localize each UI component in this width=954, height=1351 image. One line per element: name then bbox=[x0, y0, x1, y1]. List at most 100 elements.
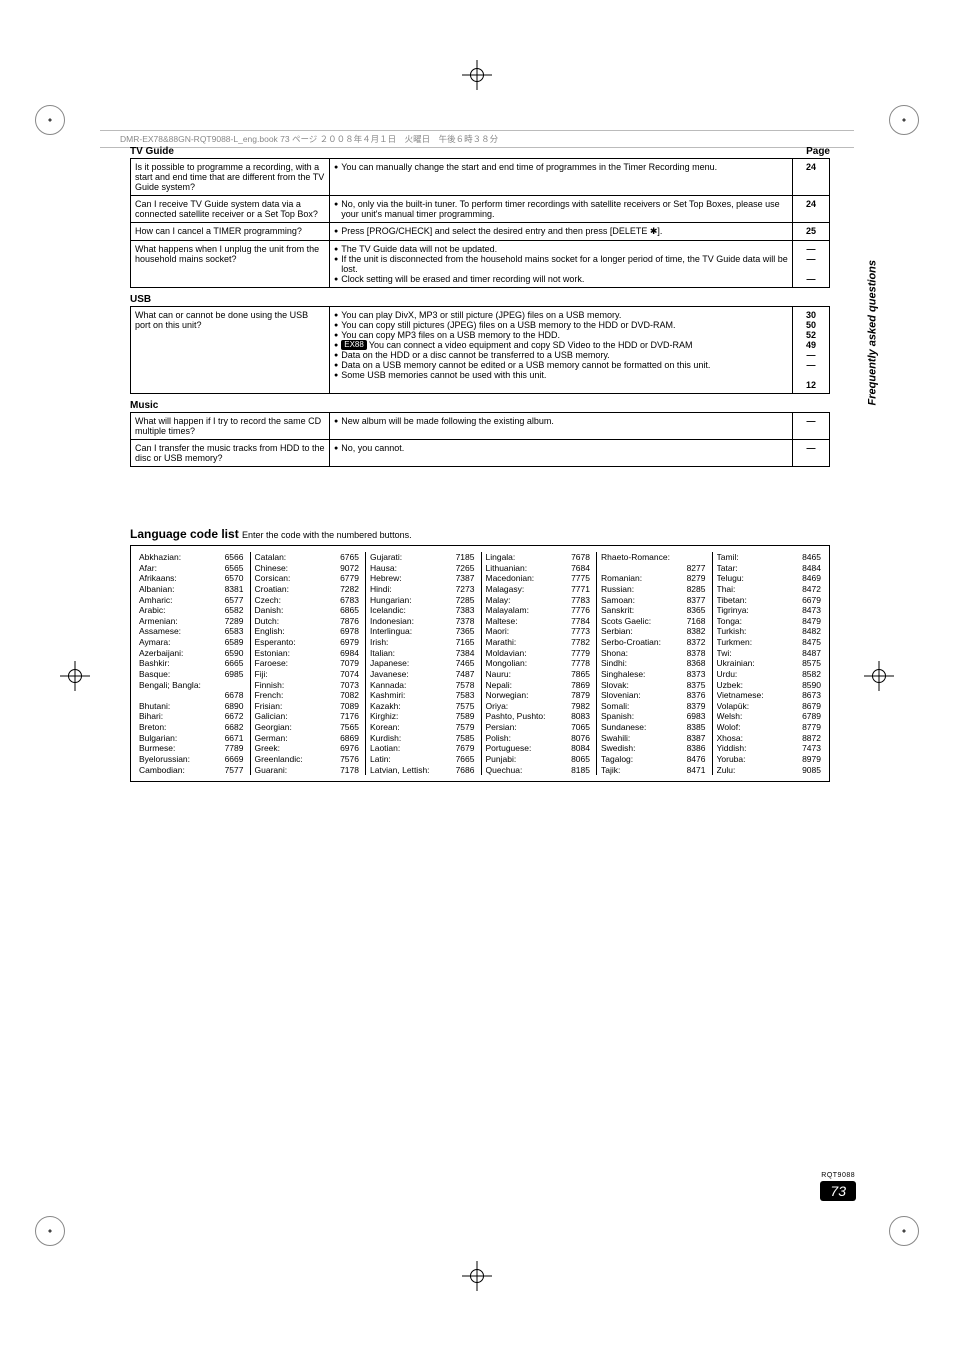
language-row: Norwegian:7879 bbox=[486, 690, 591, 701]
language-row: Afar:6565 bbox=[139, 563, 244, 574]
faq-question: Is it possible to programme a recording,… bbox=[131, 159, 330, 196]
page-footer: RQT9088 73 bbox=[820, 1172, 856, 1201]
language-row: Sundanese:8385 bbox=[601, 722, 706, 733]
language-row: Finnish:7073 bbox=[255, 680, 360, 691]
language-row: Swedish:8386 bbox=[601, 743, 706, 754]
crop-target bbox=[470, 68, 484, 82]
language-row: Azerbaijani:6590 bbox=[139, 648, 244, 659]
language-row: Basque:6985 bbox=[139, 669, 244, 680]
language-row: Slovenian:8376 bbox=[601, 690, 706, 701]
language-row: Bihari:6672 bbox=[139, 711, 244, 722]
language-row: Xhosa:8872 bbox=[717, 733, 822, 744]
language-column: Tamil:8465Tatar:8484Telugu:8469Thai:8472… bbox=[712, 552, 826, 775]
language-row: Croatian:7282 bbox=[255, 584, 360, 595]
language-row: Breton:6682 bbox=[139, 722, 244, 733]
language-row: Welsh:6789 bbox=[717, 711, 822, 722]
language-row: Russian:8285 bbox=[601, 584, 706, 595]
faq-answer: The TV Guide data will not be updated.If… bbox=[330, 241, 793, 288]
language-row: Tamil:8465 bbox=[717, 552, 822, 563]
language-row: Oriya:7982 bbox=[486, 701, 591, 712]
language-row: Volapük:8679 bbox=[717, 701, 822, 712]
side-section-label: Frequently asked questions bbox=[866, 260, 878, 405]
faq-page-ref: — bbox=[793, 440, 830, 467]
language-row: Guarani:7178 bbox=[255, 765, 360, 776]
register-mark bbox=[35, 1216, 65, 1246]
language-row: Bulgarian:6671 bbox=[139, 733, 244, 744]
language-row: Lithuanian:7684 bbox=[486, 563, 591, 574]
faq-page-ref: 25 bbox=[793, 223, 830, 241]
language-row: Portuguese:8084 bbox=[486, 743, 591, 754]
language-column: Abkhazian:6566Afar:6565Afrikaans:6570Alb… bbox=[135, 552, 248, 775]
language-row: Shona:8378 bbox=[601, 648, 706, 659]
section-title: USB bbox=[130, 294, 151, 305]
language-row: Maltese:7784 bbox=[486, 616, 591, 627]
register-mark bbox=[889, 105, 919, 135]
language-row: Pashto, Pushto:8083 bbox=[486, 711, 591, 722]
language-row: Abkhazian:6566 bbox=[139, 552, 244, 563]
language-row: Punjabi:8065 bbox=[486, 754, 591, 765]
language-row: Fiji:7074 bbox=[255, 669, 360, 680]
language-code-box: Abkhazian:6566Afar:6565Afrikaans:6570Alb… bbox=[130, 545, 830, 782]
language-row: Wolof:8779 bbox=[717, 722, 822, 733]
language-row: Javanese:7487 bbox=[370, 669, 475, 680]
language-row: Quechua:8185 bbox=[486, 765, 591, 776]
language-row: Macedonian:7775 bbox=[486, 573, 591, 584]
language-row: Urdu:8582 bbox=[717, 669, 822, 680]
language-column: Catalan:6765Chinese:9072Corsican:6779Cro… bbox=[250, 552, 364, 775]
language-list-heading: Language code list Enter the code with t… bbox=[130, 527, 830, 541]
language-row: Afrikaans:6570 bbox=[139, 573, 244, 584]
faq-answer: You can play DivX, MP3 or still picture … bbox=[330, 307, 793, 394]
language-row: Malagasy:7771 bbox=[486, 584, 591, 595]
language-row: Corsican:6779 bbox=[255, 573, 360, 584]
doc-code: RQT9088 bbox=[820, 1172, 856, 1179]
language-row: Amharic:6577 bbox=[139, 595, 244, 606]
language-row: Nepali:7869 bbox=[486, 680, 591, 691]
language-row: Tibetan:6679 bbox=[717, 595, 822, 606]
language-row: Somali:8379 bbox=[601, 701, 706, 712]
faq-page-ref: 30505249——12 bbox=[793, 307, 830, 394]
faq-question: What will happen if I try to record the … bbox=[131, 413, 330, 440]
language-row: English:6978 bbox=[255, 626, 360, 637]
language-row: Tajik:8471 bbox=[601, 765, 706, 776]
language-row: Korean:7579 bbox=[370, 722, 475, 733]
language-row: Tigrinya:8473 bbox=[717, 605, 822, 616]
language-row: Zulu:9085 bbox=[717, 765, 822, 776]
language-row: Singhalese:8373 bbox=[601, 669, 706, 680]
language-row: Sanskrit:8365 bbox=[601, 605, 706, 616]
language-row: Chinese:9072 bbox=[255, 563, 360, 574]
section-head-tvguide: TV Guide Page bbox=[130, 146, 830, 157]
faq-page-ref: — bbox=[793, 413, 830, 440]
language-row: Vietnamese:8673 bbox=[717, 690, 822, 701]
language-row: Dutch:7876 bbox=[255, 616, 360, 627]
language-row: Scots Gaelic:7168 bbox=[601, 616, 706, 627]
language-row: Kannada:7578 bbox=[370, 680, 475, 691]
language-row: Turkmen:8475 bbox=[717, 637, 822, 648]
language-row: Uzbek:8590 bbox=[717, 680, 822, 691]
faq-table-tvguide: Is it possible to programme a recording,… bbox=[130, 158, 830, 288]
language-row: Aymara:6589 bbox=[139, 637, 244, 648]
language-row: Tonga:8479 bbox=[717, 616, 822, 627]
section-head-usb: USB bbox=[130, 294, 830, 305]
language-row: Telugu:8469 bbox=[717, 573, 822, 584]
faq-page-ref: 24 bbox=[793, 196, 830, 223]
faq-table-music: What will happen if I try to record the … bbox=[130, 412, 830, 467]
faq-question: Can I receive TV Guide system data via a… bbox=[131, 196, 330, 223]
language-row: Kazakh:7575 bbox=[370, 701, 475, 712]
language-row: Maori:7773 bbox=[486, 626, 591, 637]
language-row: Slovak:8375 bbox=[601, 680, 706, 691]
language-row: Romanian:8279 bbox=[601, 573, 706, 584]
language-row: Twi:8487 bbox=[717, 648, 822, 659]
language-row: Samoan:8377 bbox=[601, 595, 706, 606]
language-row: Gujarati:7185 bbox=[370, 552, 475, 563]
faq-answer: Press [PROG/CHECK] and select the desire… bbox=[330, 223, 793, 241]
page-content: TV Guide Page Is it possible to programm… bbox=[130, 140, 830, 782]
register-mark bbox=[889, 1216, 919, 1246]
register-mark bbox=[35, 105, 65, 135]
language-row: Yoruba:8979 bbox=[717, 754, 822, 765]
language-row: Armenian:7289 bbox=[139, 616, 244, 627]
language-row: Cambodian:7577 bbox=[139, 765, 244, 776]
faq-page-ref: ——— bbox=[793, 241, 830, 288]
language-row: Arabic:6582 bbox=[139, 605, 244, 616]
language-row: Polish:8076 bbox=[486, 733, 591, 744]
language-row: Assamese:6583 bbox=[139, 626, 244, 637]
